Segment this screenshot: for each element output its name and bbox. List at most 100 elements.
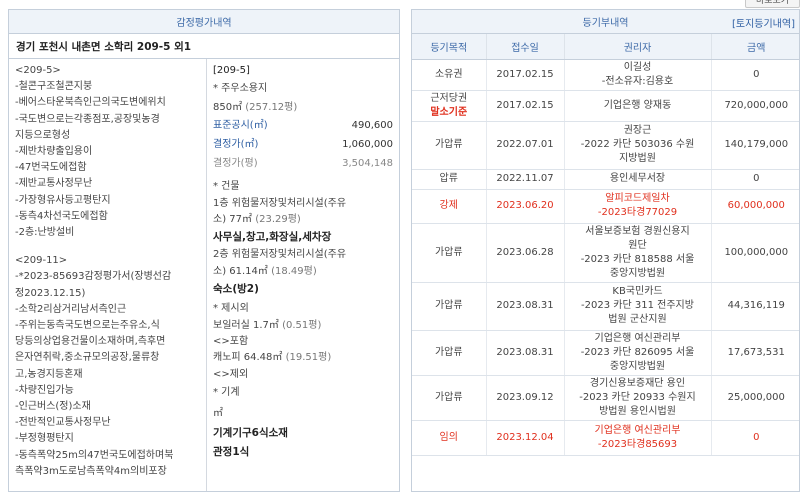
included-item: 캐노피 64.48㎡ (19.51평) xyxy=(213,352,332,364)
registry-panel: 등기부내역 [토지등기내역] 등기목적 접수일 권리자 금액 소유권 2017.0… xyxy=(411,9,800,492)
building2-usage: 숙소(방2) xyxy=(213,283,259,296)
registry-table: 등기목적 접수일 권리자 금액 소유권 2017.02.15 이길성 -전소유자:김… xyxy=(412,34,799,456)
property-address: 경기 포천시 내촌면 소학리 209-5 외1 xyxy=(9,34,399,59)
registry-row: 강제 2023.06.20 알피코드제일차 -2023타경77029 60,000,0… xyxy=(412,189,799,224)
cancellation-basis-badge: 말소기준 xyxy=(430,106,468,118)
row-purpose: 가압류 xyxy=(412,282,487,331)
row-amount: 0 xyxy=(711,169,799,190)
registry-row: 소유권 2017.02.15 이길성 -전소유자:김용호 0 xyxy=(412,59,799,91)
row-date: 2017.02.15 xyxy=(486,59,565,91)
description-line: 측폭약3m도로남측폭약4m의비포장 xyxy=(15,465,167,477)
machine-unit: ㎡ xyxy=(213,407,223,419)
row-holder: 권장근 -2022 카단 503036 수원 지방법원 xyxy=(564,121,712,170)
row-date: 2022.07.01 xyxy=(486,121,565,170)
building-title: * 건물 xyxy=(213,181,240,193)
description-line: -소학2리삼거리남서측인근 xyxy=(15,303,127,315)
machine-desc: 기계기구6식소재 xyxy=(213,427,288,440)
appraisal-panel: 감정평가내역 경기 포천시 내촌면 소학리 209-5 외1 <209-5> -철… xyxy=(8,9,400,492)
row-date: 2023.12.04 xyxy=(486,420,565,456)
row-purpose: 가압류 xyxy=(412,375,487,421)
row-purpose: 가압류 xyxy=(412,223,487,283)
description-line: 고,농경지등혼재 xyxy=(15,368,83,380)
row-purpose: 가압류 xyxy=(412,121,487,170)
row-holder: 경기신용보증재단 용인 -2023 카단 20933 수원지 방법원 용인시법원 xyxy=(564,375,712,421)
view-button[interactable]: 바로보기 xyxy=(745,0,800,8)
description-line: 당등의상업용건물이소재하며,측후면 xyxy=(15,336,166,348)
row-purpose: 소유권 xyxy=(412,59,487,91)
row-amount: 0 xyxy=(711,59,799,91)
registry-row: 압류 2022.11.07 용인세무서장 0 xyxy=(412,169,799,190)
row-purpose: 압류 xyxy=(412,169,487,190)
row-amount: 720,000,000 xyxy=(711,90,799,122)
land-registry-link[interactable]: [토지등기내역] xyxy=(732,15,795,30)
excluded-item: 보일러실 1.7㎡ (0.51평) xyxy=(213,319,322,331)
description-line: -47번국도에접함 xyxy=(15,162,87,174)
row-holder: 알피코드제일차 -2023타경77029 xyxy=(564,189,712,224)
row-amount: 25,000,000 xyxy=(711,375,799,421)
building2-area: 소) 61.14㎡ (18.49평) xyxy=(213,265,317,277)
row-date: 2023.08.31 xyxy=(486,330,565,376)
description-line: -부정형평탄지 xyxy=(15,433,74,445)
appraisal-header-title: 감정평가내역 xyxy=(176,18,232,29)
description-line: -주위는동측국도변으로는주유소,식 xyxy=(15,320,160,332)
description-line: -차량진입가능 xyxy=(15,384,74,396)
col-amount: 금액 xyxy=(711,34,799,60)
registry-row: 가압류 2023.08.31 기업은행 여신관리부 -2023 카단 826095 … xyxy=(412,330,799,376)
description-line: -베어스타운북측인근의국도변에위치 xyxy=(15,97,166,109)
row-purpose: 임의 xyxy=(412,420,487,456)
decided-price-py-row: 결정가(평) 3,504,148 xyxy=(213,158,393,170)
description-line: -전반적인교통사정무난 xyxy=(15,417,111,429)
building1-desc: 1층 위험물저장및처리시설(주유 xyxy=(213,197,347,209)
parcel-label: [209-5] xyxy=(213,65,250,76)
row-date: 2023.06.28 xyxy=(486,223,565,283)
decided-price-row: 결정가(㎡) 1,060,000 xyxy=(213,139,393,151)
registry-row: 가압류 2023.09.12 경기신용보증재단 용인 -2023 카단 20933 … xyxy=(412,375,799,421)
row-amount: 44,316,119 xyxy=(711,282,799,331)
description-line: <209-5> xyxy=(15,65,61,76)
row-holder: 기업은행 여신관리부 -2023타경85693 xyxy=(564,420,712,456)
except-title: <>제외 xyxy=(213,368,249,380)
building1-usage: 사무실,창고,화장실,세차장 xyxy=(213,231,332,244)
description-line: -국도변으로는각종점포,공장및농경 xyxy=(15,113,160,125)
row-purpose: 강제 xyxy=(412,189,487,224)
description-line: <209-11> xyxy=(15,255,68,267)
row-date: 2023.08.31 xyxy=(486,282,565,331)
appraisal-values: [209-5] * 주우소용지 850㎡ (257.12평) 표준공시(㎡) 4… xyxy=(207,59,399,491)
description-line: -동측4차선국도에접함 xyxy=(15,210,108,222)
appraisal-header: 감정평가내역 xyxy=(9,10,399,34)
description-line: -제반교통사정무난 xyxy=(15,178,93,190)
description-line: -동측폭약25m의47번국도에접하며북 xyxy=(15,449,174,461)
excluded-title: * 제시외 xyxy=(213,303,249,315)
row-holder: 이길성 -전소유자:김용호 xyxy=(564,59,712,91)
description-line: -인근버스(정)소재 xyxy=(15,401,91,413)
row-amount: 60,000,000 xyxy=(711,189,799,224)
registry-row: 가압류 2023.06.28 서울보증보험 경원신용지 원단 -2023 카단 81… xyxy=(412,223,799,283)
registry-row: 임의 2023.12.04 기업은행 여신관리부 -2023타경85693 0 xyxy=(412,420,799,456)
description-line: -가장형유사등고평탄지 xyxy=(15,194,111,206)
appraisal-description: <209-5> -철콘구조철콘지붕 -베어스타운북측인근의국도변에위치 -국도변으로는… xyxy=(9,59,207,491)
description-line: -2층:난방설비 xyxy=(15,227,75,239)
registry-row: 근저당권 말소기준 2017.02.15 기업은행 양재동 720,000,000 xyxy=(412,90,799,122)
row-amount: 100,000,000 xyxy=(711,223,799,283)
land-area: 850㎡ (257.12평) xyxy=(213,101,298,113)
description-line: 정2023.12.15) xyxy=(15,287,86,299)
row-holder: 용인세무서장 xyxy=(564,169,712,190)
machine-title: * 기계 xyxy=(213,387,240,399)
registry-header-title: 등기부내역 xyxy=(582,18,629,29)
row-date: 2023.06.20 xyxy=(486,189,565,224)
row-amount: 17,673,531 xyxy=(711,330,799,376)
row-holder: 기업은행 여신관리부 -2023 카단 826095 서울 중앙지방법원 xyxy=(564,330,712,376)
col-purpose: 등기목적 xyxy=(412,34,487,60)
row-purpose: 근저당권 말소기준 xyxy=(412,90,487,122)
well-desc: 관정1식 xyxy=(213,446,250,459)
row-date: 2023.09.12 xyxy=(486,375,565,421)
registry-header: 등기부내역 [토지등기내역] xyxy=(412,10,799,34)
row-holder: 서울보증보험 경원신용지 원단 -2023 카단 818588 서울 중앙지방법… xyxy=(564,223,712,283)
row-date: 2022.11.07 xyxy=(486,169,565,190)
building1-area: 소) 77㎡ (23.29평) xyxy=(213,214,301,226)
official-price-row: 표준공시(㎡) 490,600 xyxy=(213,120,393,132)
row-date: 2017.02.15 xyxy=(486,90,565,122)
building2-desc: 2층 위험물저장및처리시설(주유 xyxy=(213,249,347,261)
row-purpose: 가압류 xyxy=(412,330,487,376)
land-title: * 주우소용지 xyxy=(213,83,268,95)
